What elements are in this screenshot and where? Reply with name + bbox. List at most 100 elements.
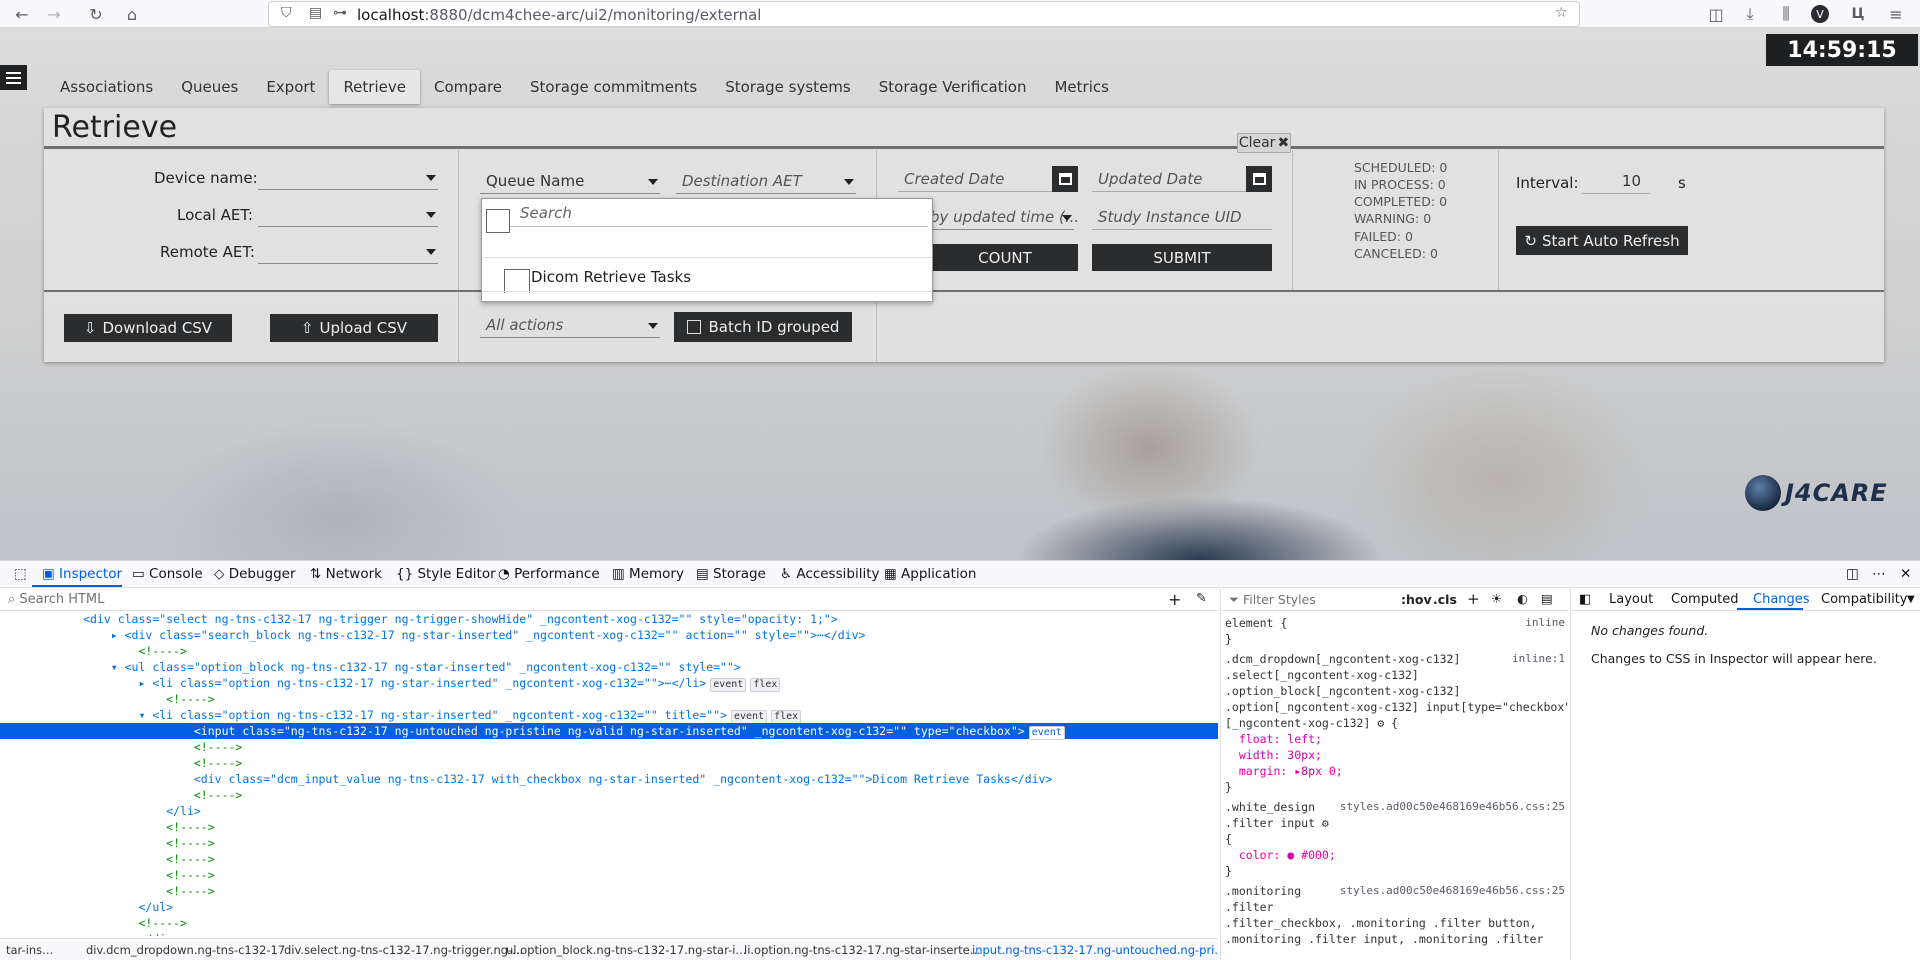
tab-style-editor[interactable]: {} Style Editor [396,566,496,582]
tab-console[interactable]: ▭ Console [132,566,203,582]
markup-line-selected[interactable]: <input class="ng-tns-c132-17 ng-untouche… [0,723,1218,740]
print-media-icon[interactable]: ▤ [1541,591,1553,606]
page-info-icon[interactable]: ▤ [309,5,322,21]
tab-metrics[interactable]: Metrics [1040,70,1122,104]
tab-debugger[interactable]: ◇ Debugger [214,566,296,582]
dropdown-search-input[interactable]: Search [510,199,928,227]
markup-line[interactable]: <!----> [0,643,1218,659]
rule-source-link[interactable]: styles.ad00c50e468169e46b56.css:25 [1340,799,1565,815]
markup-line[interactable]: <div class="dcm_input_value ng-tns-c132-… [0,771,1218,787]
tab-computed[interactable]: Computed [1671,592,1739,607]
markup-line[interactable]: <!----> [0,739,1218,755]
tab-queues[interactable]: Queues [167,70,252,104]
rule-source-link[interactable]: styles.ad00c50e468169e46b56.css:25 [1340,883,1565,899]
breadcrumb-item[interactable]: div.dcm_dropdown.ng-tns-c132-17 [86,943,285,957]
tab-storage[interactable]: ▤ Storage [696,566,766,582]
add-node-icon[interactable]: + [1168,590,1181,609]
extension-icon[interactable]: Ц [1846,2,1870,26]
tab-associations[interactable]: Associations [46,70,167,104]
tab-changes[interactable]: Changes [1753,592,1810,607]
tab-application[interactable]: ▦ Application [884,566,976,582]
cls-toggle[interactable]: .cls [1433,592,1457,607]
markup-line[interactable]: <!----> [0,755,1218,771]
breadcrumb-item[interactable]: li.option.ng-tns-c132-17.ng-star-inserte… [744,943,981,957]
markup-line[interactable]: ▸ <div class="search_block ng-tns-c132-1… [0,627,1218,643]
bookmark-star-icon[interactable]: ☆ [1555,5,1568,21]
markup-badge[interactable]: flex [750,678,781,692]
tab-export[interactable]: Export [252,70,329,104]
created-date-input[interactable]: Created Date [898,168,1078,192]
markup-line[interactable]: </li> [0,803,1218,819]
calendar-icon[interactable] [1246,166,1272,192]
markup-line[interactable]: <!----> [0,835,1218,851]
eyedropper-icon[interactable]: ✎ [1196,591,1207,606]
tab-storage-systems[interactable]: Storage systems [711,70,865,104]
url-bar[interactable]: ⛉ ▤ ⊶ localhost:8880/dcm4chee-arc/ui2/mo… [268,1,1580,27]
library-icon[interactable]: ⫼ [1774,2,1798,26]
element-picker-icon[interactable]: ⬚ [14,566,27,582]
markup-line[interactable]: <!----> [0,883,1218,899]
tab-retrieve[interactable]: Retrieve [329,70,420,104]
dock-icon[interactable]: ◫ [1846,566,1859,582]
back-icon[interactable]: ← [10,2,34,26]
shield-icon[interactable]: ⛉ [281,5,292,21]
tab-network[interactable]: ⇅ Network [310,566,382,582]
calendar-icon[interactable] [1052,166,1078,192]
html-search-input[interactable]: ⌕ Search HTML [8,592,104,607]
markup-badge[interactable]: event [731,710,768,724]
download-csv-button[interactable]: ⇩ Download CSV [64,314,232,342]
filter-styles-input[interactable]: ⏷ Filter Styles [1229,592,1316,608]
markup-line[interactable]: <!----> [0,915,1218,931]
markup-line[interactable]: <!----> [0,851,1218,867]
rule-source-link[interactable]: inline [1525,615,1565,631]
tab-memory[interactable]: ▥ Memory [612,566,684,582]
app-menu-icon[interactable]: ≡ [1884,2,1908,26]
markup-line[interactable]: </div> [0,931,1218,936]
breadcrumb-item[interactable]: input.ng-tns-c132-17.ng-untouched.ng-pri… [972,943,1218,957]
markup-line[interactable]: ▾ <li class="option ng-tns-c132-17 ng-st… [0,707,1218,724]
tab-inspector[interactable]: ▣ Inspector [42,566,122,582]
markup-badge[interactable]: event [710,678,747,692]
breadcrumb-item[interactable]: ul.option_block.ng-tns-c132-17.ng-star-i… [506,943,746,957]
more-options-icon[interactable]: ⋯ [1872,566,1886,582]
markup-line[interactable]: ▸ <li class="option ng-tns-c132-17 ng-st… [0,675,1218,692]
local-aet-select[interactable] [258,203,438,227]
markup-line[interactable]: <div class="select ng-tns-c132-17 ng-tri… [0,611,1218,627]
submit-button[interactable]: SUBMIT [1092,244,1272,271]
downloads-icon[interactable]: ⤓ [1738,2,1762,26]
markup-line[interactable]: </ul> [0,899,1218,915]
add-rule-icon[interactable]: + [1467,590,1480,608]
pocket-icon[interactable]: ◫ [1704,2,1728,26]
markup-line[interactable]: <!----> [0,867,1218,883]
markup-badge[interactable]: event [1028,726,1065,740]
hamburger-menu-icon[interactable] [0,65,27,90]
close-icon[interactable]: ✕ [1900,566,1911,582]
home-icon[interactable]: ⌂ [120,2,144,26]
toggle-panel-icon[interactable]: ◧ [1579,592,1591,607]
markup-line[interactable]: <!----> [0,691,1218,707]
light-mode-icon[interactable]: ☀ [1491,591,1502,606]
destination-aet-select[interactable]: Destination AET [676,170,856,194]
tab-compatibility[interactable]: Compatibility [1821,592,1908,607]
tab-performance[interactable]: ◔ Performance [498,566,600,582]
markup-badge[interactable]: flex [771,710,802,724]
hover-toggle[interactable]: :hov [1401,592,1432,607]
markup-line[interactable]: <!----> [0,787,1218,803]
option-checkbox[interactable] [504,269,530,293]
permissions-icon[interactable]: ⊶ [333,5,347,21]
tab-storage-commitments[interactable]: Storage commitments [516,70,711,104]
css-declaration[interactable]: margin: ▸8px 0; [1225,763,1565,779]
tab-compare[interactable]: Compare [420,70,516,104]
order-by-select[interactable]: by updated time (... [924,206,1079,230]
chevron-down-icon[interactable]: ▼ [1907,594,1915,605]
reload-icon[interactable]: ↻ [84,2,108,26]
clear-button[interactable]: Clear ✖ [1237,133,1291,153]
breadcrumb-item[interactable]: tar-ins... [6,943,53,957]
start-auto-refresh-button[interactable]: ↻ Start Auto Refresh [1516,226,1688,255]
css-declaration[interactable]: color: ● #000; [1225,847,1565,863]
updated-date-input[interactable]: Updated Date [1092,168,1272,192]
queue-name-select[interactable]: Queue Name [480,170,660,194]
count-button[interactable]: COUNT [932,244,1078,271]
rule-source-link[interactable]: inline:1 [1512,651,1565,667]
study-uid-input[interactable]: Study Instance UID [1092,206,1272,230]
